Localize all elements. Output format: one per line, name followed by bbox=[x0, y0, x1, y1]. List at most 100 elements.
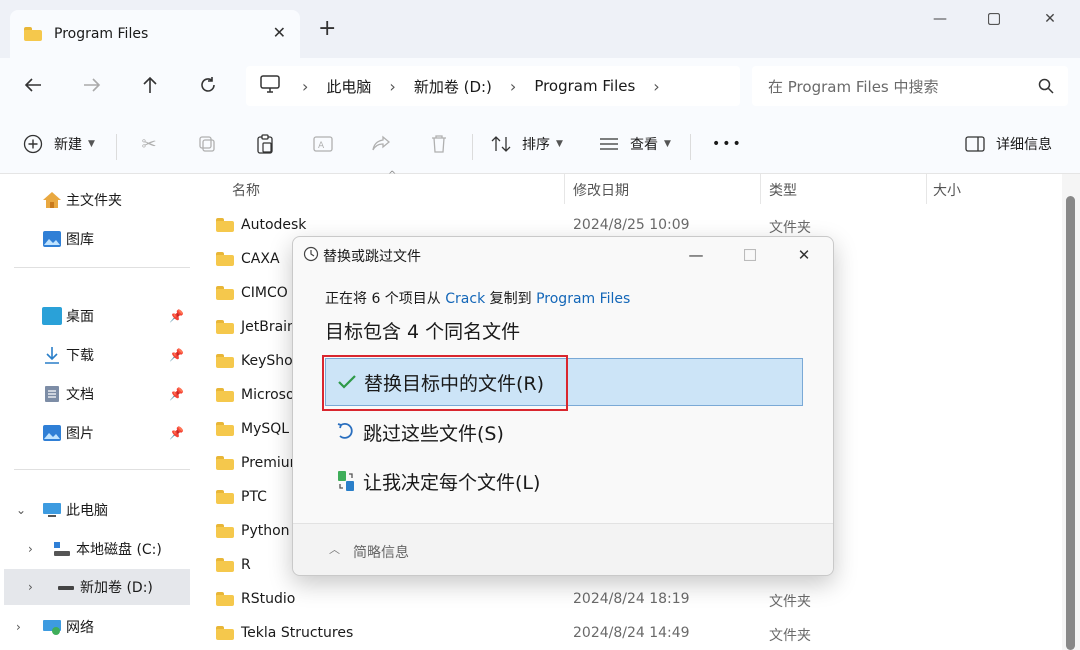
maximize-icon[interactable] bbox=[976, 6, 1012, 32]
rename-button[interactable]: A bbox=[312, 132, 344, 156]
search-icon[interactable] bbox=[1038, 78, 1054, 94]
sidebar-item-documents[interactable]: 文档 📌 bbox=[0, 376, 190, 412]
folder-icon bbox=[216, 286, 234, 300]
scissors-icon: ✂ bbox=[141, 133, 157, 155]
destination-folder-link[interactable]: Program Files bbox=[536, 291, 630, 307]
sidebar-item-desktop[interactable]: 桌面 📌 bbox=[0, 298, 190, 334]
breadcrumb-program-files[interactable]: Program Files bbox=[534, 77, 635, 95]
folder-icon bbox=[216, 252, 234, 266]
folder-icon bbox=[216, 218, 234, 232]
sidebar-item-gallery[interactable]: 图库 bbox=[0, 221, 190, 257]
close-tab-button[interactable]: ✕ bbox=[273, 24, 286, 42]
column-header-modified[interactable]: 修改日期 bbox=[573, 180, 629, 200]
view-label: 查看 bbox=[630, 137, 658, 153]
share-button[interactable] bbox=[370, 132, 402, 156]
copy-button[interactable] bbox=[196, 132, 228, 156]
pin-icon[interactable]: 📌 bbox=[169, 348, 184, 362]
sidebar-item-label: 图库 bbox=[66, 232, 94, 248]
sidebar-item-home[interactable]: 主文件夹 bbox=[0, 182, 190, 218]
chevron-right-icon[interactable]: › bbox=[16, 620, 21, 634]
sidebar-item-label: 本地磁盘 (C:) bbox=[76, 542, 162, 558]
fewer-details-button[interactable]: 简略信息 bbox=[353, 542, 409, 562]
column-divider[interactable] bbox=[564, 174, 565, 204]
refresh-icon[interactable] bbox=[191, 70, 225, 100]
sidebar-item-this-pc[interactable]: ⌄ 此电脑 bbox=[0, 492, 190, 528]
column-header-name[interactable]: 名称 bbox=[232, 180, 260, 200]
sort-button[interactable]: 排序 ▼ bbox=[490, 132, 563, 156]
new-button[interactable]: 新建 ▼ bbox=[22, 132, 95, 156]
sidebar-item-label: 此电脑 bbox=[66, 503, 108, 519]
breadcrumb-this-pc[interactable]: 此电脑 bbox=[326, 76, 371, 97]
trash-icon bbox=[428, 133, 450, 155]
svg-text:A: A bbox=[318, 141, 325, 151]
up-arrow-icon[interactable] bbox=[133, 70, 167, 100]
new-tab-button[interactable]: + bbox=[318, 18, 336, 40]
column-header-type[interactable]: 类型 bbox=[769, 180, 797, 200]
minimize-icon[interactable]: — bbox=[922, 6, 958, 32]
replace-or-skip-dialog: 替换或跳过文件 — ✕ 正在将 6 个项目从 Crack 复制到 Program… bbox=[292, 236, 834, 576]
file-date: 2024/8/24 14:49 bbox=[573, 625, 690, 641]
column-divider[interactable] bbox=[926, 174, 927, 204]
chevron-up-icon[interactable]: ︿ bbox=[329, 541, 340, 557]
dialog-close-icon[interactable]: ✕ bbox=[789, 243, 819, 267]
tab-program-files[interactable]: Program Files ✕ bbox=[10, 10, 300, 58]
file-name: JetBrain bbox=[241, 319, 296, 335]
file-row[interactable]: RStudio 2024/8/24 18:19 文件夹 bbox=[216, 583, 1056, 617]
sidebar-item-downloads[interactable]: 下载 📌 bbox=[0, 337, 190, 373]
folder-icon bbox=[216, 320, 234, 334]
file-name: R bbox=[241, 557, 251, 573]
chevron-right-icon[interactable]: › bbox=[28, 580, 33, 594]
paste-button[interactable] bbox=[254, 132, 286, 156]
home-icon bbox=[42, 191, 62, 209]
replace-files-option[interactable]: 替换目标中的文件(R) bbox=[325, 358, 803, 406]
view-list-icon bbox=[598, 133, 620, 155]
chevron-down-icon: ▼ bbox=[664, 139, 671, 149]
compare-files-icon bbox=[335, 470, 357, 492]
decide-each-file-option[interactable]: 让我决定每个文件(L) bbox=[325, 457, 803, 505]
pin-icon[interactable]: 📌 bbox=[169, 309, 184, 323]
chevron-right-icon[interactable]: › bbox=[28, 542, 33, 556]
navigation-bar: › 此电脑 › 新加卷 (D:) › Program Files › 在 Pro… bbox=[0, 58, 1080, 114]
folder-icon bbox=[216, 388, 234, 402]
sidebar-item-drive-d[interactable]: › 新加卷 (D:) bbox=[4, 569, 190, 605]
close-window-icon[interactable]: ✕ bbox=[1032, 6, 1068, 32]
file-name: Tekla Structures bbox=[241, 625, 354, 641]
pin-icon[interactable]: 📌 bbox=[169, 426, 184, 440]
details-pane-button[interactable]: 详细信息 bbox=[964, 132, 1052, 156]
forward-arrow-icon[interactable] bbox=[75, 70, 109, 100]
file-row[interactable]: Tekla Structures 2024/8/24 14:49 文件夹 bbox=[216, 617, 1056, 650]
sidebar-item-drive-c[interactable]: › 本地磁盘 (C:) bbox=[0, 531, 190, 567]
more-options-button[interactable]: ••• bbox=[712, 132, 743, 156]
address-bar[interactable]: › 此电脑 › 新加卷 (D:) › Program Files › bbox=[246, 66, 740, 106]
divider bbox=[14, 267, 190, 268]
new-label: 新建 bbox=[54, 137, 82, 153]
breadcrumb-chevron-icon[interactable]: › bbox=[653, 77, 659, 96]
pin-icon[interactable]: 📌 bbox=[169, 387, 184, 401]
cut-button[interactable]: ✂ bbox=[138, 132, 170, 156]
breadcrumb-chevron-icon: › bbox=[389, 76, 396, 96]
folder-icon bbox=[216, 456, 234, 470]
file-name: CAXA bbox=[241, 251, 280, 267]
folder-icon bbox=[216, 422, 234, 436]
dialog-minimize-icon[interactable]: — bbox=[681, 243, 711, 267]
divider bbox=[690, 134, 691, 160]
divider bbox=[116, 134, 117, 160]
scrollbar-thumb[interactable] bbox=[1066, 196, 1075, 650]
source-folder-link[interactable]: Crack bbox=[445, 291, 485, 307]
search-input[interactable]: 在 Program Files 中搜索 bbox=[752, 66, 1068, 106]
skip-files-option[interactable]: 跳过这些文件(S) bbox=[325, 408, 803, 456]
column-header-size[interactable]: 大小 bbox=[933, 180, 961, 200]
back-arrow-icon[interactable] bbox=[16, 70, 50, 100]
sidebar-item-network[interactable]: › 网络 bbox=[0, 609, 190, 645]
sidebar-item-pictures[interactable]: 图片 📌 bbox=[0, 415, 190, 451]
folder-icon bbox=[24, 27, 42, 41]
chevron-down-icon: ▼ bbox=[88, 139, 95, 149]
chevron-down-icon[interactable]: ⌄ bbox=[16, 503, 26, 517]
breadcrumb-drive-d[interactable]: 新加卷 (D:) bbox=[414, 76, 492, 97]
view-button[interactable]: 查看 ▼ bbox=[598, 132, 671, 156]
delete-button[interactable] bbox=[428, 132, 460, 156]
option-label: 跳过这些文件(S) bbox=[363, 422, 504, 445]
clipboard-icon bbox=[254, 133, 276, 155]
column-divider[interactable] bbox=[760, 174, 761, 204]
file-type: 文件夹 bbox=[769, 220, 811, 236]
